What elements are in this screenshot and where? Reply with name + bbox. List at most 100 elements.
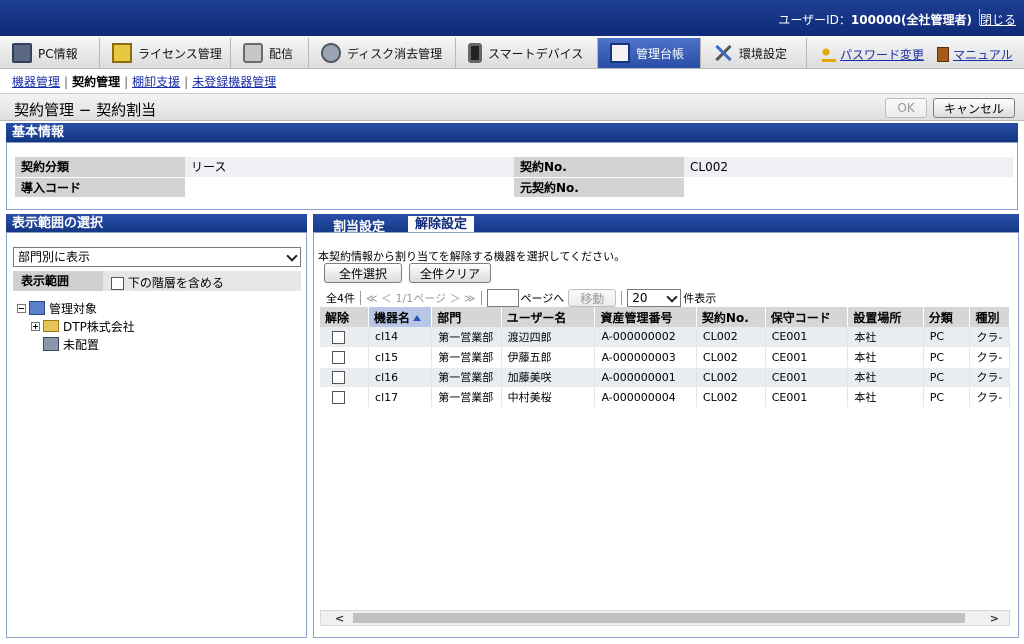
introduction-code-label: 導入コード: [15, 177, 185, 198]
subnav-device-management[interactable]: 機器管理: [12, 75, 60, 89]
col-device-name-label: 機器名: [374, 310, 411, 325]
cell-user-name: 伊藤五郎: [501, 347, 596, 368]
tab-ledger[interactable]: 管理台帳: [598, 38, 701, 68]
book-icon: [937, 47, 949, 62]
tab-pc-info[interactable]: PC情報: [0, 38, 100, 68]
view-mode-select[interactable]: 部門別に表示: [13, 247, 301, 267]
table-row[interactable]: cl15 第一営業部 伊藤五郎 A-000000003 CL002 CE001 …: [320, 347, 1010, 368]
col-location[interactable]: 設置場所: [847, 307, 924, 327]
page-number-input[interactable]: [486, 289, 519, 307]
total-count: 全4件: [326, 292, 355, 305]
cell-maintenance-code: CE001: [765, 347, 849, 368]
chevron-down-icon: [666, 291, 678, 303]
cancel-button[interactable]: キャンセル: [933, 98, 1015, 118]
col-category[interactable]: 分類: [923, 307, 971, 327]
row-checkbox-cell[interactable]: [320, 327, 370, 348]
cell-type: クラ-: [969, 347, 1010, 368]
cell-device-name: cl17: [368, 387, 433, 408]
basic-info-table: 契約分類 リース 契約No. CL002 導入コード 元契約No.: [15, 157, 1013, 198]
manual-link[interactable]: マニュアル: [937, 46, 1013, 63]
col-department[interactable]: 部門: [431, 307, 502, 327]
tab-label: PC情報: [38, 46, 78, 61]
subnav-unregistered-devices[interactable]: 未登録機器管理: [192, 75, 276, 89]
table-row[interactable]: cl16 第一営業部 加藤美咲 A-000000001 CL002 CE001 …: [320, 367, 1010, 388]
include-sub-checkbox-box[interactable]: [111, 277, 124, 290]
scrollbar-thumb[interactable]: [353, 613, 965, 623]
tree-node-company[interactable]: DTP株式会社: [17, 317, 135, 335]
pager-divider: [621, 291, 623, 305]
col-maintenance-code[interactable]: 保守コード: [765, 307, 849, 327]
contract-type-label: 契約分類: [15, 157, 185, 178]
subnav-inventory-support[interactable]: 棚卸支援: [132, 75, 180, 89]
col-contract-no[interactable]: 契約No.: [696, 307, 766, 327]
cell-user-name: 渡辺四郎: [501, 327, 596, 348]
view-mode-value: 部門別に表示: [18, 250, 91, 264]
row-checkbox[interactable]: [332, 330, 345, 344]
close-link[interactable]: 閉じる: [980, 11, 1016, 28]
include-sub-checkbox[interactable]: 下の階層を含める: [111, 274, 224, 291]
col-release: 解除: [320, 307, 370, 327]
collapse-icon[interactable]: [17, 303, 26, 313]
expand-icon[interactable]: [31, 321, 40, 331]
contract-type-value: リース: [185, 157, 514, 178]
per-page-select[interactable]: 20: [627, 289, 682, 307]
page-title: 契約管理 − 契約割当: [14, 101, 157, 119]
tree-node-root[interactable]: 管理対象: [17, 299, 135, 317]
select-all-button[interactable]: 全件選択: [324, 263, 402, 283]
row-checkbox-cell[interactable]: [320, 347, 370, 368]
row-checkbox-cell[interactable]: [320, 367, 370, 388]
tab-license[interactable]: ライセンス管理: [100, 38, 231, 68]
cell-maintenance-code: CE001: [765, 327, 849, 348]
cell-type: クラ-: [969, 387, 1010, 408]
col-type[interactable]: 種別: [969, 307, 1010, 327]
top-header: ユーザーID：100000(全社管理者) 閉じる: [0, 0, 1024, 36]
subnav-divider: |: [124, 75, 129, 89]
row-checkbox[interactable]: [332, 370, 345, 384]
tab-smart-device[interactable]: スマートデバイス: [456, 38, 598, 68]
tree-node-unassigned[interactable]: 未配置: [17, 335, 135, 353]
scope-label: 表示範囲: [13, 271, 103, 291]
assign-tabs-bar: 割当設定 解除設定: [313, 214, 1019, 235]
pager-divider: [360, 291, 361, 305]
license-icon: [112, 43, 132, 63]
col-device-name[interactable]: 機器名: [368, 307, 433, 327]
scroll-right-icon[interactable]: >: [990, 612, 999, 625]
manual-label: マニュアル: [953, 48, 1013, 62]
cell-category: PC: [923, 347, 971, 368]
scroll-left-icon[interactable]: <: [335, 612, 344, 625]
row-checkbox[interactable]: [332, 390, 345, 404]
tab-delivery[interactable]: 配信: [231, 38, 309, 68]
cell-type: クラ-: [969, 327, 1010, 348]
basic-info-header: 基本情報: [6, 123, 1018, 142]
table-row[interactable]: cl14 第一営業部 渡辺四郎 A-000000002 CL002 CE001 …: [320, 327, 1010, 348]
introduction-code-value: [185, 177, 514, 198]
clear-all-button[interactable]: 全件クリア: [409, 263, 491, 283]
display-scope-header: 表示範囲の選択: [6, 214, 307, 233]
pagination: 全4件 ≪ ＜ 1/1ページ ＞ ≫ ページへ 移動 20 件表示: [326, 288, 716, 308]
cell-location: 本社: [847, 327, 924, 348]
page-title-bar: 契約管理 − 契約割当 OK キャンセル: [0, 93, 1024, 121]
row-checkbox[interactable]: [332, 350, 345, 364]
table-row[interactable]: cl17 第一営業部 中村美桜 A-000000004 CL002 CE001 …: [320, 387, 1010, 408]
password-change-link[interactable]: パスワード変更: [822, 46, 924, 63]
horizontal-scrollbar[interactable]: < >: [320, 610, 1010, 626]
info-row: 導入コード 元契約No.: [15, 177, 1013, 198]
tab-disk-erase[interactable]: ディスク消去管理: [309, 38, 456, 68]
instruction-text: 本契約情報から割り当てを解除する機器を選択してください。: [318, 250, 626, 263]
tab-label: スマートデバイス: [488, 46, 584, 61]
col-user-name[interactable]: ユーザー名: [501, 307, 596, 327]
cell-contract-no: CL002: [696, 387, 766, 408]
cell-location: 本社: [847, 367, 924, 388]
delivery-icon: [243, 43, 263, 63]
ok-button[interactable]: OK: [885, 98, 927, 118]
cell-asset-number: A-000000001: [594, 367, 697, 388]
cell-contract-no: CL002: [696, 367, 766, 388]
tab-settings[interactable]: 環境設定: [701, 38, 807, 68]
page-nav[interactable]: ≪ ＜ 1/1ページ ＞ ≫: [366, 290, 476, 306]
row-checkbox-cell[interactable]: [320, 387, 370, 408]
disk-erase-icon: [321, 43, 341, 63]
move-button[interactable]: 移動: [568, 289, 617, 307]
col-asset-number[interactable]: 資産管理番号: [594, 307, 697, 327]
page-suffix: ページへ: [520, 292, 565, 305]
cell-user-name: 中村美桜: [501, 387, 596, 408]
